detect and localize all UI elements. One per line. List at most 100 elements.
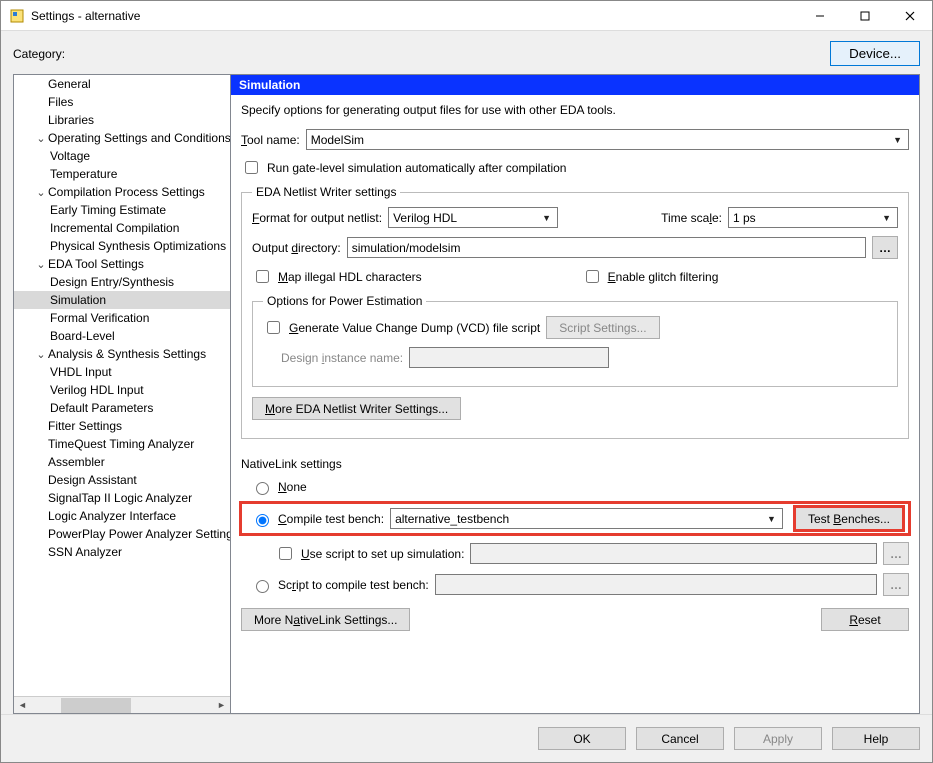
testbench-select[interactable]: alternative_testbench ▼ bbox=[390, 508, 783, 529]
more-nativelink-settings-button[interactable]: More NativeLink Settings... bbox=[241, 608, 410, 631]
dialog-button-row: OK Cancel Apply Help bbox=[1, 714, 932, 762]
run-gate-level-checkbox[interactable]: Run gate-level simulation automatically … bbox=[241, 158, 566, 177]
tree-item-label: Simulation bbox=[50, 293, 106, 307]
help-button[interactable]: Help bbox=[832, 727, 920, 750]
tree-item-design-entry-synthesis[interactable]: Design Entry/Synthesis bbox=[14, 273, 230, 291]
chevron-down-icon: ▼ bbox=[538, 213, 555, 223]
timescale-select[interactable]: 1 ps ▼ bbox=[728, 207, 898, 228]
chevron-down-icon: ▼ bbox=[878, 213, 895, 223]
output-dir-input[interactable] bbox=[347, 237, 866, 258]
nativelink-group: NativeLink settings None Compile test be… bbox=[241, 449, 909, 649]
tree-item-label: Design Entry/Synthesis bbox=[50, 275, 174, 289]
tree-item-analysis-synthesis-settings[interactable]: ⌄Analysis & Synthesis Settings bbox=[14, 345, 230, 363]
tree-item-voltage[interactable]: Voltage bbox=[14, 147, 230, 165]
script-compile-browse-button: … bbox=[883, 573, 909, 596]
tree-item-ssn-analyzer[interactable]: SSN Analyzer bbox=[14, 543, 230, 561]
tree-item-design-assistant[interactable]: Design Assistant bbox=[14, 471, 230, 489]
maximize-button[interactable] bbox=[842, 1, 887, 31]
settings-dialog: Settings - alternative Category: Device.… bbox=[0, 0, 933, 763]
tree-item-logic-analyzer-interface[interactable]: Logic Analyzer Interface bbox=[14, 507, 230, 525]
tree-item-label: PowerPlay Power Analyzer Settings bbox=[48, 527, 230, 541]
tree-item-general[interactable]: General bbox=[14, 75, 230, 93]
top-row: Category: Device... bbox=[1, 31, 932, 74]
compile-testbench-radio[interactable]: Compile test bench: bbox=[251, 511, 384, 527]
chevron-down-icon: ▼ bbox=[889, 135, 906, 145]
glitch-filter-checkbox[interactable]: Enable glitch filtering bbox=[582, 267, 719, 286]
scroll-thumb[interactable] bbox=[61, 698, 131, 713]
tree-item-vhdl-input[interactable]: VHDL Input bbox=[14, 363, 230, 381]
use-script-checkbox[interactable]: Use script to set up simulation: bbox=[275, 544, 464, 563]
format-select[interactable]: Verilog HDL ▼ bbox=[388, 207, 558, 228]
tree-item-label: Files bbox=[48, 95, 73, 109]
tree-item-incremental-compilation[interactable]: Incremental Compilation bbox=[14, 219, 230, 237]
tree-item-formal-verification[interactable]: Formal Verification bbox=[14, 309, 230, 327]
power-estimation-legend: Options for Power Estimation bbox=[263, 294, 426, 308]
tree-item-label: Board-Level bbox=[50, 329, 115, 343]
app-icon bbox=[9, 8, 25, 24]
design-instance-label: Design instance name: bbox=[281, 351, 403, 365]
tree-item-label: General bbox=[48, 77, 91, 91]
tree-item-label: Incremental Compilation bbox=[50, 221, 179, 235]
apply-button: Apply bbox=[734, 727, 822, 750]
tree-expander-icon[interactable]: ⌄ bbox=[34, 256, 48, 274]
tree-item-verilog-hdl-input[interactable]: Verilog HDL Input bbox=[14, 381, 230, 399]
tree-item-signaltap-ii-logic-analyzer[interactable]: SignalTap II Logic Analyzer bbox=[14, 489, 230, 507]
cancel-button[interactable]: Cancel bbox=[636, 727, 724, 750]
device-button[interactable]: Device... bbox=[830, 41, 920, 66]
tree-item-physical-synthesis-optimizations[interactable]: Physical Synthesis Optimizations bbox=[14, 237, 230, 255]
tree-item-eda-tool-settings[interactable]: ⌄EDA Tool Settings bbox=[14, 255, 230, 273]
netlist-writer-legend: EDA Netlist Writer settings bbox=[252, 185, 400, 199]
titlebar: Settings - alternative bbox=[1, 1, 932, 31]
scroll-left-icon[interactable]: ◄ bbox=[14, 697, 31, 714]
gen-vcd-checkbox[interactable]: Generate Value Change Dump (VCD) file sc… bbox=[263, 318, 540, 337]
tree-expander-icon[interactable]: ⌄ bbox=[34, 130, 48, 148]
tree-item-default-parameters[interactable]: Default Parameters bbox=[14, 399, 230, 417]
tree-item-temperature[interactable]: Temperature bbox=[14, 165, 230, 183]
tree-scrollbar-horizontal[interactable]: ◄ ► bbox=[14, 696, 230, 713]
tool-name-value: ModelSim bbox=[311, 133, 364, 147]
tree-item-libraries[interactable]: Libraries bbox=[14, 111, 230, 129]
script-compile-radio[interactable]: Script to compile test bench: bbox=[251, 577, 429, 593]
power-estimation-group: Options for Power Estimation Generate Va… bbox=[252, 294, 898, 387]
tree-item-label: Early Timing Estimate bbox=[50, 203, 166, 217]
nativelink-none-radio[interactable]: None bbox=[251, 479, 307, 495]
tree-item-label: Fitter Settings bbox=[48, 419, 122, 433]
tool-name-label: Tool name: bbox=[241, 133, 300, 147]
tree-item-simulation[interactable]: Simulation bbox=[14, 291, 230, 309]
reset-button[interactable]: Reset bbox=[821, 608, 909, 631]
tree-item-early-timing-estimate[interactable]: Early Timing Estimate bbox=[14, 201, 230, 219]
tree-item-timequest-timing-analyzer[interactable]: TimeQuest Timing Analyzer bbox=[14, 435, 230, 453]
category-label: Category: bbox=[13, 47, 65, 61]
output-dir-browse-button[interactable]: … bbox=[872, 236, 898, 259]
use-script-input bbox=[470, 543, 877, 564]
tree-item-label: EDA Tool Settings bbox=[48, 257, 144, 271]
tree-item-label: Voltage bbox=[50, 149, 90, 163]
tree-expander-icon[interactable]: ⌄ bbox=[34, 184, 48, 202]
tree-item-label: TimeQuest Timing Analyzer bbox=[48, 437, 194, 451]
close-button[interactable] bbox=[887, 1, 932, 31]
tree-item-assembler[interactable]: Assembler bbox=[14, 453, 230, 471]
category-tree[interactable]: GeneralFilesLibraries⌄Operating Settings… bbox=[13, 74, 231, 714]
netlist-writer-group: EDA Netlist Writer settings Format for o… bbox=[241, 185, 909, 439]
test-benches-button[interactable]: Test Benches... bbox=[795, 507, 903, 530]
scroll-right-icon[interactable]: ► bbox=[213, 697, 230, 714]
tree-item-label: Default Parameters bbox=[50, 401, 153, 415]
window-title: Settings - alternative bbox=[31, 9, 797, 23]
tree-item-files[interactable]: Files bbox=[14, 93, 230, 111]
more-netlist-settings-button[interactable]: More EDA Netlist Writer Settings... bbox=[252, 397, 461, 420]
map-illegal-checkbox[interactable]: Map illegal HDL characters bbox=[252, 267, 422, 286]
script-compile-input bbox=[435, 574, 877, 595]
tool-name-select[interactable]: ModelSim ▼ bbox=[306, 129, 909, 150]
tree-item-board-level[interactable]: Board-Level bbox=[14, 327, 230, 345]
tree-item-operating-settings-and-conditions[interactable]: ⌄Operating Settings and Conditions bbox=[14, 129, 230, 147]
tree-item-label: VHDL Input bbox=[50, 365, 112, 379]
ok-button[interactable]: OK bbox=[538, 727, 626, 750]
tree-item-label: Assembler bbox=[48, 455, 105, 469]
tree-expander-icon[interactable]: ⌄ bbox=[34, 346, 48, 364]
tree-item-fitter-settings[interactable]: Fitter Settings bbox=[14, 417, 230, 435]
minimize-button[interactable] bbox=[797, 1, 842, 31]
body: GeneralFilesLibraries⌄Operating Settings… bbox=[1, 74, 932, 714]
tree-item-compilation-process-settings[interactable]: ⌄Compilation Process Settings bbox=[14, 183, 230, 201]
tree-item-label: Operating Settings and Conditions bbox=[48, 131, 230, 145]
tree-item-powerplay-power-analyzer-settings[interactable]: PowerPlay Power Analyzer Settings bbox=[14, 525, 230, 543]
